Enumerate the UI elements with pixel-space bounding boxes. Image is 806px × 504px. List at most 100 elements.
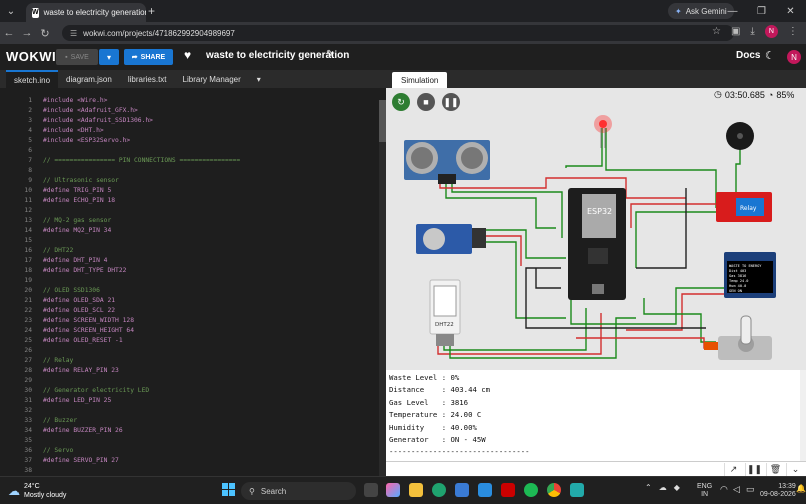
red-led[interactable]: [594, 115, 612, 148]
edge-browser-icon[interactable]: [432, 483, 446, 497]
docs-link[interactable]: Docs: [736, 50, 760, 61]
reload-icon[interactable]: ↻: [36, 27, 54, 40]
wifi-icon[interactable]: ◠: [720, 484, 728, 495]
extensions-puzzle-icon[interactable]: ▣: [731, 26, 740, 37]
weather-widget[interactable]: ☁ 24°C Mostly cloudy: [8, 482, 66, 500]
share-button[interactable]: ➦ SHARE: [124, 49, 173, 65]
code-line[interactable]: 31 #define LED_PIN 25: [0, 396, 380, 406]
code-line[interactable]: 11 #define ECHO_PIN 18: [0, 196, 380, 206]
code-line[interactable]: 27 // Relay: [0, 356, 380, 366]
code-line[interactable]: 36 // Servo: [0, 446, 380, 456]
chrome-icon[interactable]: [547, 483, 561, 497]
plotter-chart-icon[interactable]: ↗: [724, 463, 742, 476]
tab-diagram-json[interactable]: diagram.json: [58, 70, 120, 88]
minimize-icon[interactable]: —: [718, 0, 747, 22]
url-input[interactable]: ☰ wokwi.com/projects/471862992904989697: [62, 25, 734, 41]
close-window-icon[interactable]: ✕: [776, 0, 805, 22]
restart-simulation-button[interactable]: ↻: [392, 93, 410, 111]
start-windows-icon[interactable]: [222, 483, 235, 496]
code-line[interactable]: 3 #include <Adafruit_SSD1306.h>: [0, 116, 380, 126]
code-line[interactable]: 21 #define OLED_SDA 21: [0, 296, 380, 306]
code-line[interactable]: 28 #define RELAY_PIN 23: [0, 366, 380, 376]
code-line[interactable]: 22 #define OLED_SCL 22: [0, 306, 380, 316]
collapse-chevron-icon[interactable]: ⌄: [786, 463, 804, 476]
code-line[interactable]: 14 #define MQ2_PIN 34: [0, 226, 380, 236]
editor-scroll-thumb[interactable]: [379, 100, 386, 142]
code-line[interactable]: 19: [0, 276, 380, 286]
code-line[interactable]: 38: [0, 466, 380, 476]
code-line[interactable]: 10 #define TRIG_PIN 5: [0, 186, 380, 196]
code-line[interactable]: 16 // DHT22: [0, 246, 380, 256]
code-line[interactable]: 32: [0, 406, 380, 416]
code-line[interactable]: 34 #define BUZZER_PIN 26: [0, 426, 380, 436]
code-line[interactable]: 26: [0, 346, 380, 356]
code-line[interactable]: 1 #include <Wire.h>: [0, 96, 380, 106]
editor-scrollbar[interactable]: [379, 100, 386, 476]
save-dropdown-button[interactable]: ▾: [99, 49, 119, 65]
code-line[interactable]: 12: [0, 206, 380, 216]
wokwi-logo[interactable]: WOKWI: [6, 49, 56, 64]
code-line[interactable]: 37 #define SERVO_PIN 27: [0, 456, 380, 466]
simulation-canvas[interactable]: ESP32 Relay WASTE TO ENERGY Dist 403 Gas 3…: [386, 88, 806, 370]
code-line[interactable]: 15: [0, 236, 380, 246]
code-line[interactable]: 35: [0, 436, 380, 446]
edit-pencil-icon[interactable]: ✎: [326, 49, 334, 60]
code-line[interactable]: 4 #include <DHT.h>: [0, 126, 380, 136]
task-view-icon[interactable]: [364, 483, 378, 497]
profile-avatar[interactable]: N: [764, 25, 778, 38]
forward-arrow-icon[interactable]: →: [18, 27, 36, 39]
code-editor[interactable]: 1 #include <Wire.h> 2 #include <Adafruit_GF…: [0, 88, 386, 476]
restore-icon[interactable]: ❐: [747, 0, 776, 22]
code-line[interactable]: 18 #define DHT_TYPE DHT22: [0, 266, 380, 276]
new-tab-plus-icon[interactable]: +: [148, 4, 155, 18]
onedrive-cloud-icon[interactable]: ☁: [659, 483, 667, 492]
relay-module[interactable]: Relay: [716, 192, 772, 222]
code-line[interactable]: 17 #define DHT_PIN 4: [0, 256, 380, 266]
dark-mode-moon-icon[interactable]: ☾: [765, 49, 775, 62]
serial-monitor[interactable]: Waste Level : 0% Distance : 403.44 cm Gas …: [386, 370, 800, 461]
code-line[interactable]: 8: [0, 166, 380, 176]
code-line[interactable]: 33 // Buzzer: [0, 416, 380, 426]
esp32-board[interactable]: ESP32: [568, 188, 626, 300]
file-explorer-icon[interactable]: [409, 483, 423, 497]
mcafee-icon[interactable]: [501, 483, 515, 497]
browser-tab[interactable]: W waste to electricity generation ✕: [26, 3, 146, 22]
buzzer[interactable]: [726, 122, 754, 150]
dht22-sensor[interactable]: DHT22: [429, 279, 461, 346]
clear-trash-icon[interactable]: 🗑: [766, 463, 784, 476]
tab-simulation[interactable]: Simulation: [392, 72, 448, 88]
clock[interactable]: 13:39 09-08-2026: [760, 483, 796, 499]
taskbar-search[interactable]: ⚲ Search: [241, 482, 356, 500]
tab-library-manager[interactable]: Library Manager: [175, 70, 249, 88]
mq2-gas-sensor[interactable]: [416, 224, 486, 254]
oled-display[interactable]: WASTE TO ENERGYDist 403Gas 3816Temp 24.0…: [724, 252, 776, 298]
servo-motor[interactable]: [704, 315, 772, 360]
like-heart-icon[interactable]: ♥: [184, 48, 191, 62]
code-line[interactable]: 24 #define SCREEN_HEIGHT 64: [0, 326, 380, 336]
bookmark-star-icon[interactable]: ☆: [712, 26, 721, 37]
menu-kebab-icon[interactable]: ⋮: [788, 26, 798, 37]
code-line[interactable]: 5 #include <ESP32Servo.h>: [0, 136, 380, 146]
stop-simulation-button[interactable]: ■: [417, 93, 435, 111]
app-icon[interactable]: [570, 483, 584, 497]
photos-icon[interactable]: [478, 483, 492, 497]
code-line[interactable]: 23 #define SCREEN_WIDTH 128: [0, 316, 380, 326]
store-icon[interactable]: [455, 483, 469, 497]
site-info-icon[interactable]: ☰: [70, 29, 77, 38]
code-line[interactable]: 9 // Ultrasonic sensor: [0, 176, 380, 186]
code-line[interactable]: 6: [0, 146, 380, 156]
code-line[interactable]: 13 // MQ-2 gas sensor: [0, 216, 380, 226]
back-arrow-icon[interactable]: ←: [0, 27, 18, 39]
language-indicator[interactable]: ENG IN: [697, 483, 712, 499]
battery-icon[interactable]: ▭: [746, 484, 755, 495]
tray-app-icon[interactable]: ◆: [674, 483, 680, 492]
code-line[interactable]: 29: [0, 376, 380, 386]
code-line[interactable]: 25 #define OLED_RESET -1: [0, 336, 380, 346]
spotify-icon[interactable]: [524, 483, 538, 497]
tab-list-chevron-icon[interactable]: ⌄: [0, 0, 22, 22]
serial-scrollbar[interactable]: [800, 370, 806, 461]
volume-icon[interactable]: ◁: [733, 484, 740, 495]
code-line[interactable]: 7 // ================ PIN CONNECTIONS ===…: [0, 156, 380, 166]
pause-simulation-button[interactable]: ❚❚: [442, 93, 460, 111]
code-line[interactable]: 2 #include <Adafruit_GFX.h>: [0, 106, 380, 116]
